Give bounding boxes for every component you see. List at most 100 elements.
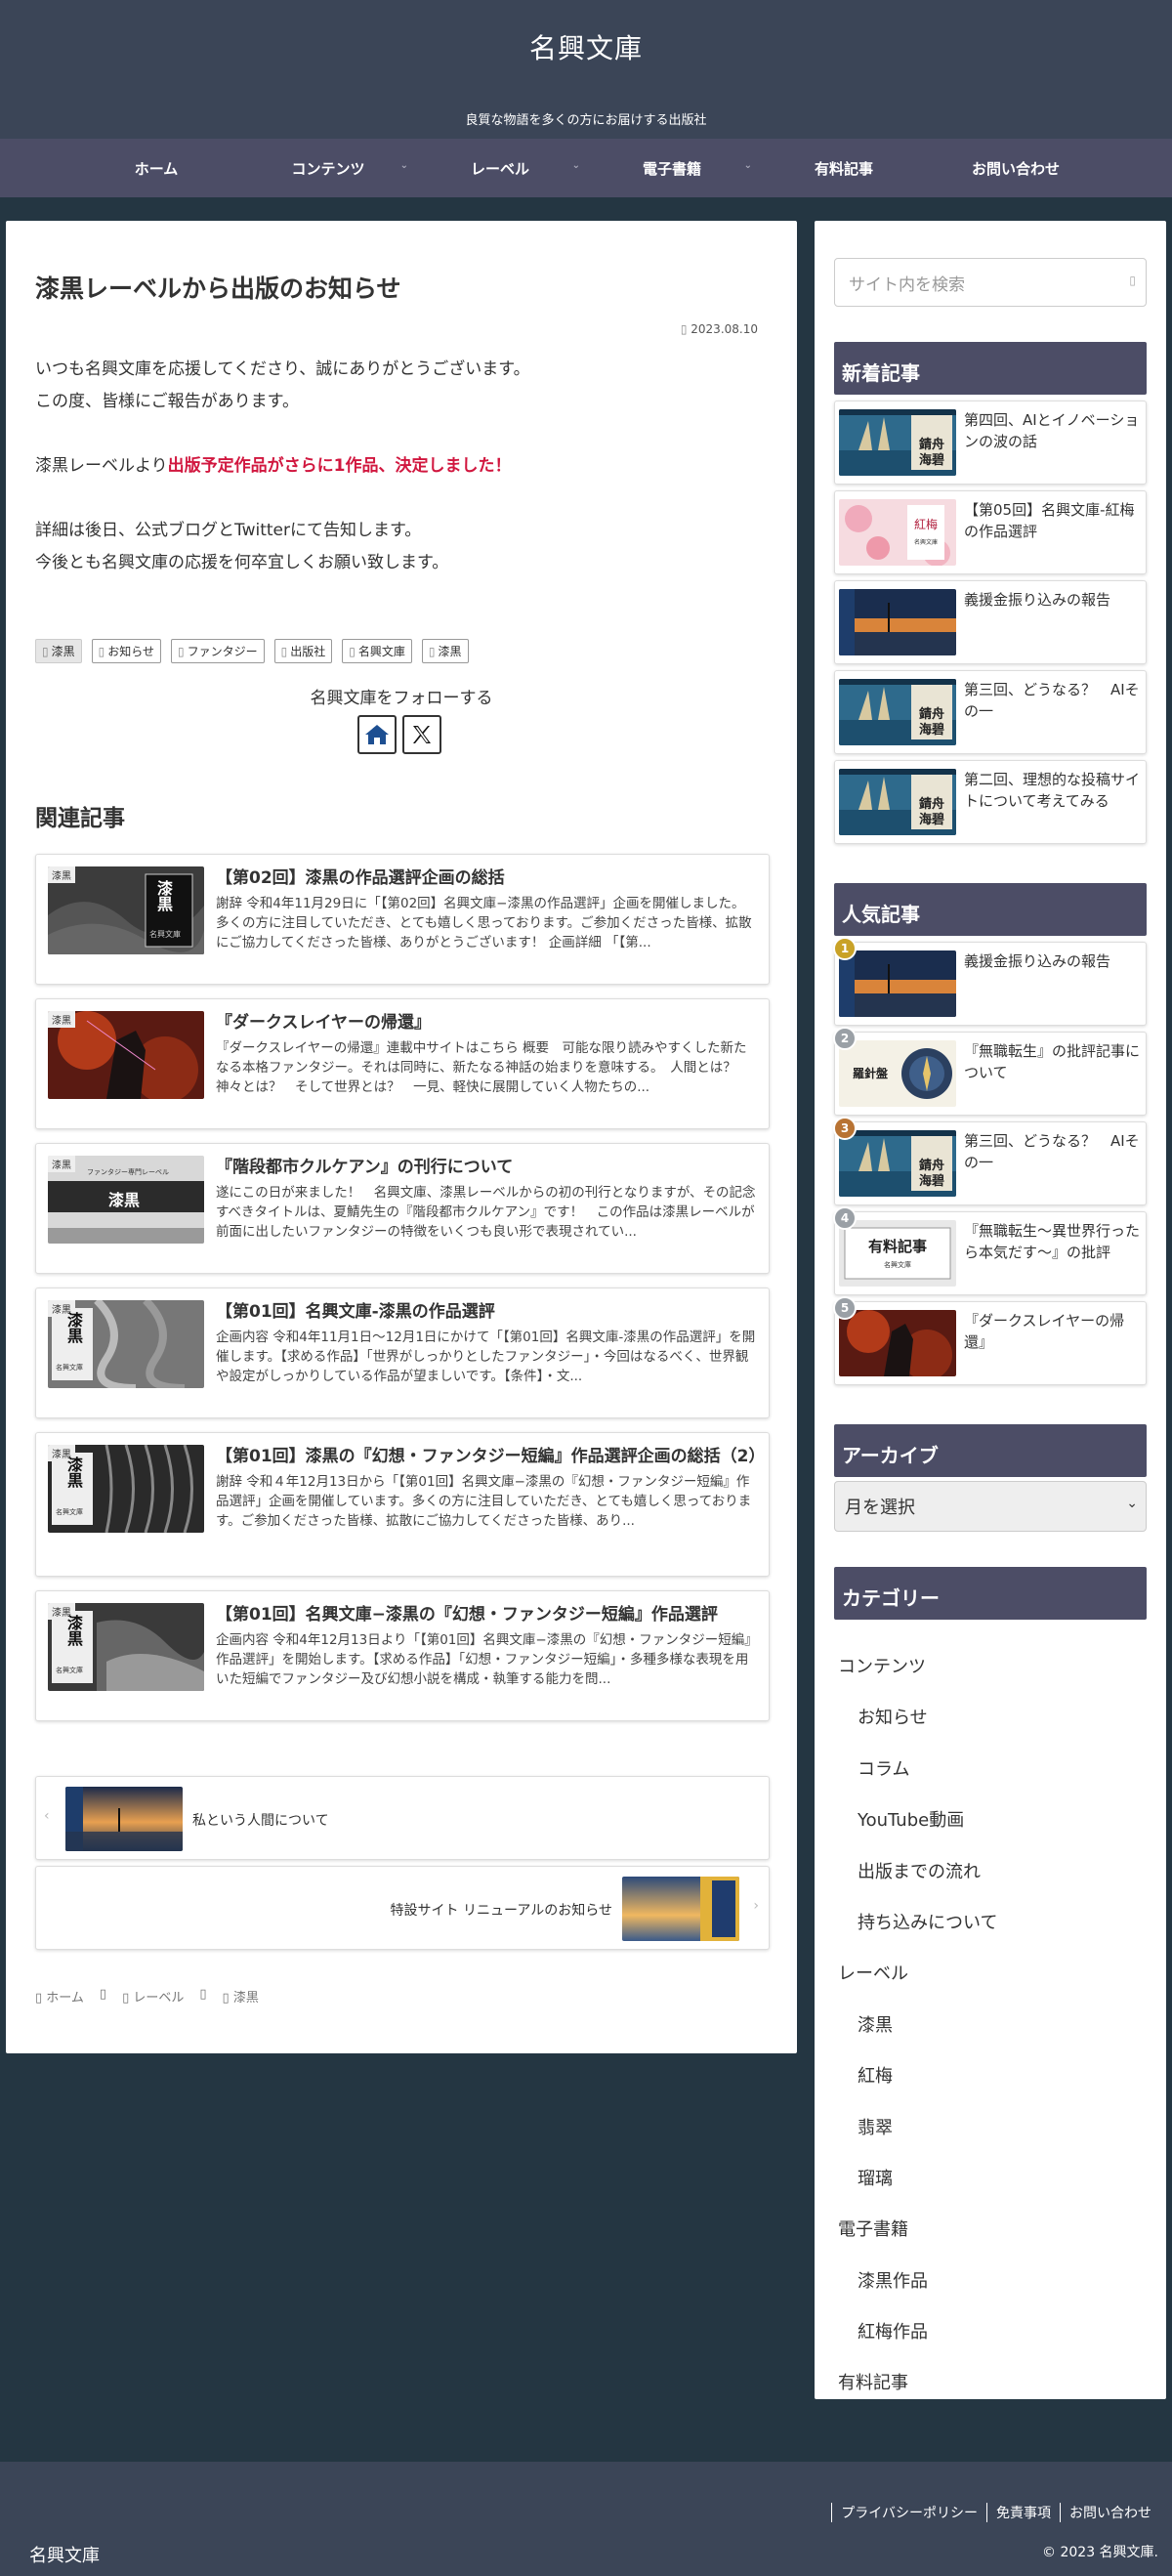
related-card[interactable]: 漆黒 漆黒 名興文庫 【第01回】漆黒の『幻想・ファンタジー短編』作品選評企画の… [35,1432,770,1577]
category-child-item[interactable]: お知らせ [834,1692,1147,1743]
search-input[interactable]: サイト内を検索 ▯ [834,258,1147,307]
nav-label: コンテンツ [291,159,365,178]
popular-post-card[interactable]: 4 有料記事 名興文庫 『無職転生〜異世界行ったら本気だす〜』の批評 [833,1206,1147,1295]
tag[interactable]: ▯ 漆黒 [35,639,82,663]
popular-post-card[interactable]: 3 錆舟 海碧 第三回、どうなる？ AIその一 [833,1117,1147,1205]
tag[interactable]: ▯ 出版社 [273,639,333,663]
footer-brand[interactable]: 名興文庫 [29,2542,100,2567]
breadcrumb-separator: ▯ [99,1987,107,2002]
rank-badge: 2 [833,1027,857,1050]
popular-post-thumbnail: 羅針盤 [839,1040,956,1107]
tag[interactable]: ▯ 漆黒 [421,639,469,663]
related-thumbnail: 漆黒 漆黒 名興文庫 [48,1300,204,1388]
category-child-item[interactable]: 紅梅 [834,2050,1147,2101]
related-excerpt: 企画内容 令和4年12月13日より「【第01回】名興文庫−漆黒の『幻想・ファンタ… [216,1632,751,1687]
new-post-thumbnail: 錆舟 海碧 [839,769,956,835]
home-icon: ▯ [35,1991,47,2006]
category-parent-item[interactable]: 有料記事 [834,2357,1147,2408]
new-post-card[interactable]: 錆舟 海碧 第二回、理想的な投稿サイトについて考えてみる [834,760,1147,844]
tag-label: お知らせ [107,645,154,658]
date-text: 2023.08.10 [691,322,758,336]
article-date: ▯ 2023.08.10 [681,322,758,336]
category-child-item[interactable]: 持ち込みについて [834,1897,1147,1948]
article-body: いつも名興文庫を応援してくださり、誠にありがとうございます。 この度、皆様にご報… [35,354,758,579]
nav-item-ebooks[interactable]: 電子書籍 ⌄ [586,158,758,179]
tag-label: ファンタジー [187,645,258,658]
related-heading: 関連記事 [35,806,125,831]
search-placeholder: サイト内を検索 [849,274,965,295]
next-post-link[interactable]: 特設サイト リニューアルのお知らせ › [35,1866,770,1950]
rank-badge: 3 [833,1117,857,1140]
chevron-left-icon: ‹ [44,1808,50,1824]
category-list: コンテンツ お知らせ コラム YouTube動画 出版までの流れ 持ち込みについて レーベル… [834,1641,1147,2409]
archive-select[interactable]: 月を選択 ⌄ [834,1481,1147,1532]
category-child-item[interactable]: 出版までの流れ [834,1846,1147,1897]
footer-link-disclaimer[interactable]: 免責事項 [986,2503,1060,2522]
nav-item-label[interactable]: レーベル ⌄ [414,158,586,179]
popular-post-card[interactable]: 2 羅針盤 『無職転生』の批評記事について [833,1027,1147,1116]
article-paragraph: 詳細は後日、公式ブログとTwitterにて告知します。 [35,521,422,540]
breadcrumb: ▯ ホーム ▯ ▯ レーベル ▯ ▯ 漆黒 [35,1987,259,2006]
tag-icon: ▯ [98,645,105,658]
new-post-card[interactable]: 紅梅 名興文庫 【第05回】名興文庫-紅梅の作品選評 [834,490,1147,574]
related-card[interactable]: 漆黒 漆黒 名興文庫 【第01回】名興文庫-漆黒の作品選評 企画内容 令和4年1… [35,1288,770,1418]
thumb-title: 漆黒 [154,880,173,911]
related-card[interactable]: 漆黒 『ダークスレイヤーの帰還』 『ダークスレイヤーの帰還』連載中サイトはこちら… [35,998,770,1129]
category-child-item[interactable]: 漆黒作品 [834,2256,1147,2306]
related-card[interactable]: 漆黒 漆黒 名興文庫 【第01回】名興文庫−漆黒の『幻想・ファンタジー短編』作品… [35,1590,770,1721]
follow-buttons [357,715,441,754]
breadcrumb-home[interactable]: ▯ ホーム [35,1987,84,2006]
popular-post-card[interactable]: 5 『ダークスレイヤーの帰還』 [833,1296,1147,1385]
tag-label: 出版社 [290,645,326,658]
next-post-title: 特設サイト リニューアルのお知らせ [390,1903,612,1919]
popular-post-card[interactable]: 1 義援金振り込みの報告 [833,937,1147,1026]
tag[interactable]: ▯ 名興文庫 [342,639,412,663]
category-child-item[interactable]: 漆黒 [834,2000,1147,2050]
svg-text:海碧: 海碧 [919,452,944,468]
nav-item-contents[interactable]: コンテンツ ⌄ [242,158,414,179]
tag[interactable]: ▯ お知らせ [91,639,161,663]
new-post-card[interactable]: 錆舟 海碧 第三回、どうなる？ AIその一 [834,670,1147,754]
related-thumbnail: 漆黒 漆黒 名興文庫 [48,1445,204,1533]
site-title[interactable]: 名興文庫 [0,27,1172,66]
x-follow-button[interactable] [402,715,441,754]
category-parent-item[interactable]: レーベル [834,1948,1147,1999]
new-post-thumbnail: 紅梅 名興文庫 [839,499,956,566]
nav-item-home[interactable]: ホーム [70,158,242,179]
category-child-item[interactable]: コラム [834,1744,1147,1795]
breadcrumb-item[interactable]: ▯ 漆黒 [223,1987,259,2006]
svg-text:海碧: 海碧 [919,812,944,827]
category-child-item[interactable]: 紅梅作品 [834,2306,1147,2357]
nav-item-paid[interactable]: 有料記事 [758,158,930,179]
new-post-card[interactable]: 義援金振り込みの報告 [834,580,1147,664]
chevron-down-icon: ⌄ [399,159,408,171]
thumb-title: 漆黒 [108,1191,141,1209]
prev-post-link[interactable]: ‹ 私という人間について [35,1776,770,1860]
footer-link-contact[interactable]: お問い合わせ [1060,2503,1160,2522]
svg-text:名興文庫: 名興文庫 [914,538,938,546]
chevron-down-icon: ⌄ [571,159,580,171]
tag-icon: ▯ [428,645,436,658]
nav-item-contact[interactable]: お問い合わせ [930,158,1102,179]
archive-select-value: 月を選択 [845,1498,915,1518]
footer-links: プライバシーポリシー 免責事項 お問い合わせ [831,2503,1160,2522]
related-card[interactable]: 漆黒 ファンタジー専門レーベル 漆黒 『階段都市クルケアン』の刊行について 遂に… [35,1143,770,1274]
footer-link-privacy[interactable]: プライバシーポリシー [831,2503,986,2522]
category-heading: カテゴリー [834,1567,1147,1620]
thumb-subtitle: 名興文庫 [56,1667,83,1674]
site-footer: プライバシーポリシー 免責事項 お問い合わせ 名興文庫 © 2023 名興文庫. [0,2462,1172,2576]
new-post-card[interactable]: 錆舟 海碧 第四回、AIとイノベーションの波の話 [834,401,1147,485]
category-child-item[interactable]: YouTube動画 [834,1795,1147,1845]
tag[interactable]: ▯ ファンタジー [171,639,265,663]
home-follow-button[interactable] [357,715,397,754]
new-post-thumbnail [839,589,956,655]
popular-post-thumbnail [839,1310,956,1376]
breadcrumb-item[interactable]: ▯ レーベル [122,1987,184,2006]
category-parent-item[interactable]: コンテンツ [834,1641,1147,1692]
related-card[interactable]: 漆黒 漆黒 名興文庫 【第02回】漆黒の作品選評企画の総括 謝辞 令和4年11月… [35,854,770,985]
category-child-item[interactable]: 翡翠 [834,2102,1147,2153]
search-icon[interactable]: ▯ [1129,274,1136,287]
related-title: 【第01回】名興文庫−漆黒の『幻想・ファンタジー短編』作品選評 [216,1605,718,1625]
category-parent-item[interactable]: 電子書籍 [834,2204,1147,2255]
category-child-item[interactable]: 瑠璃 [834,2153,1147,2204]
